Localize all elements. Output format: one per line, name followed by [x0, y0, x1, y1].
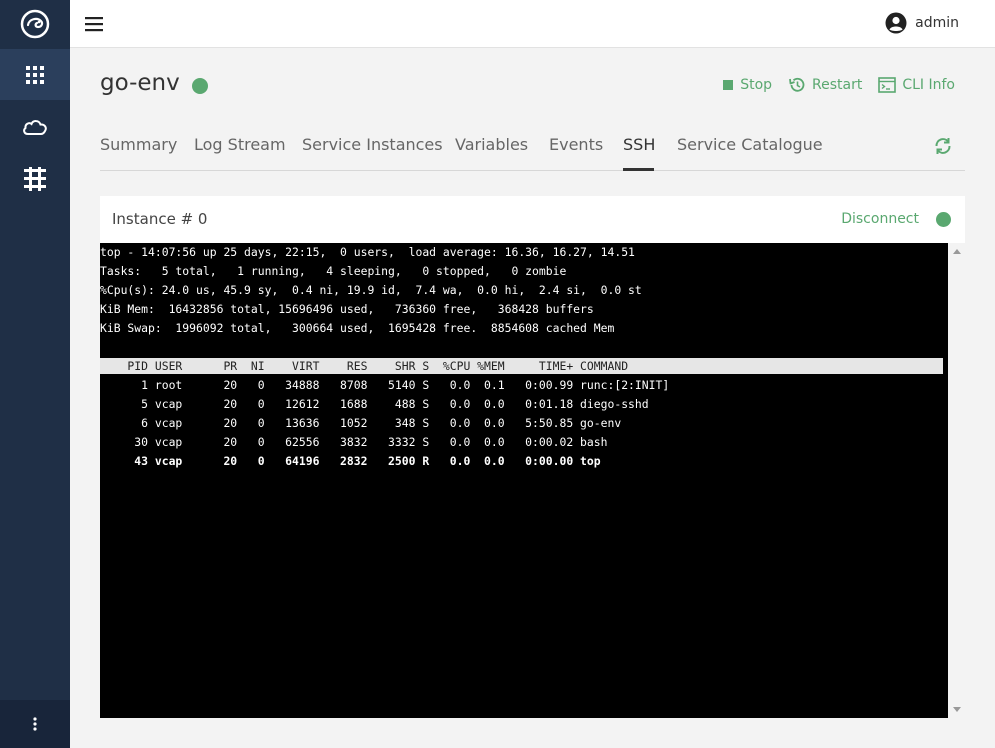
user-menu[interactable]: admin — [885, 12, 959, 34]
stop-label: Stop — [740, 77, 773, 93]
console-icon — [878, 77, 897, 93]
username: admin — [915, 15, 959, 31]
app-actions: Stop Restart CLI Info — [706, 76, 955, 94]
top-bar: admin — [70, 0, 995, 48]
process-table-header: PID USER PR NI VIRT RES SHR S %CPU %MEM … — [100, 359, 629, 373]
process-row: 6 vcap 20 0 13636 1052 348 S 0.0 0.0 5:5… — [100, 416, 622, 430]
cloud-icon — [23, 119, 47, 135]
process-row: 43 vcap 20 0 64196 2832 2500 R 0.0 0.0 0… — [100, 454, 601, 468]
terminal-line: KiB Mem: 16432856 total, 15696496 used, … — [100, 302, 594, 316]
tab-variables[interactable]: Variables — [455, 135, 528, 154]
logo[interactable] — [0, 0, 70, 47]
scroll-down-arrow-icon[interactable] — [953, 707, 961, 712]
sidebar-item-cloud[interactable] — [0, 101, 70, 152]
terminal-line: %Cpu(s): 24.0 us, 45.9 sy, 0.4 ni, 19.9 … — [100, 283, 642, 297]
tab-log-stream[interactable]: Log Stream — [194, 135, 286, 154]
tab-bar: Summary Log Stream Service Instances Var… — [100, 128, 965, 171]
terminal-line: KiB Swap: 1996092 total, 300664 used, 16… — [100, 321, 615, 335]
hamburger-icon — [85, 17, 103, 32]
restart-button[interactable]: Restart — [788, 76, 862, 94]
menu-button[interactable] — [84, 14, 104, 34]
ssh-terminal[interactable]: top - 14:07:56 up 25 days, 22:15, 0 user… — [100, 243, 948, 718]
tab-summary[interactable]: Summary — [100, 135, 177, 154]
scroll-up-arrow-icon[interactable] — [953, 249, 961, 254]
restart-history-icon — [789, 77, 805, 92]
sidebar-item-applications[interactable] — [0, 49, 70, 100]
account-circle-icon — [885, 12, 907, 34]
terminal-scrollbar[interactable] — [948, 243, 965, 718]
cli-info-label: CLI Info — [902, 77, 955, 93]
instance-panel-header: Instance # 0 Disconnect — [100, 196, 965, 243]
tab-ssh[interactable]: SSH — [623, 135, 655, 154]
process-row: 5 vcap 20 0 12612 1688 488 S 0.0 0.0 0:0… — [100, 397, 649, 411]
terminal-line: Tasks: 5 total, 1 running, 4 sleeping, 0… — [100, 264, 567, 278]
connection-status-indicator — [936, 212, 951, 227]
process-row: 30 vcap 20 0 62556 3832 3332 S 0.0 0.0 0… — [100, 435, 608, 449]
stop-button[interactable]: Stop — [722, 77, 772, 93]
chameleon-logo-icon — [20, 9, 50, 38]
sidebar-item-services[interactable] — [0, 153, 70, 204]
refresh-icon — [935, 138, 951, 154]
process-row: 1 root 20 0 34888 8708 5140 S 0.0 0.1 0:… — [100, 378, 670, 392]
active-tab-indicator — [623, 168, 654, 171]
terminal-line: top - 14:07:56 up 25 days, 22:15, 0 user… — [100, 245, 635, 259]
disconnect-button[interactable]: Disconnect — [841, 211, 919, 227]
restart-label: Restart — [812, 77, 863, 93]
tab-service-instances[interactable]: Service Instances — [302, 135, 443, 154]
tab-service-catalogue[interactable]: Service Catalogue — [677, 135, 823, 154]
sidebar-more-button[interactable] — [0, 700, 70, 748]
page-title: go-env — [100, 70, 180, 96]
stop-icon — [723, 80, 734, 90]
refresh-button[interactable] — [933, 136, 953, 160]
instance-title: Instance # 0 — [112, 210, 208, 228]
apps-grid-icon — [26, 65, 44, 84]
services-icon — [24, 166, 46, 191]
more-vertical-icon — [33, 717, 37, 731]
cli-info-button[interactable]: CLI Info — [878, 77, 955, 93]
tab-events[interactable]: Events — [549, 135, 603, 154]
app-status-indicator — [192, 78, 208, 94]
sidebar — [0, 0, 70, 748]
